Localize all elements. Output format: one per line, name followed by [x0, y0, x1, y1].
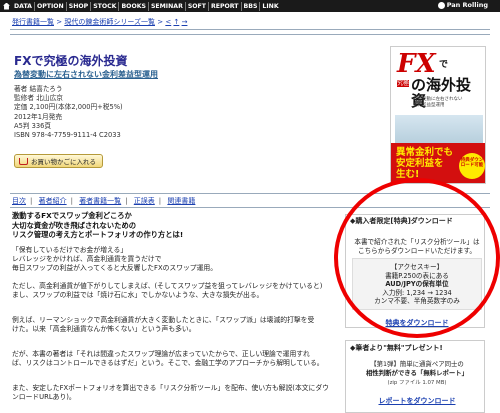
breadcrumb: 発行書籍一覧 > 現代の錬金術師シリーズ一覧 > < ↑ → — [12, 17, 187, 27]
tab-contents[interactable]: 目次 — [12, 197, 26, 205]
paragraph: 例えば、リーマンショックで高金利通貨が大きく変動したときに、「スワップ派」は壊滅… — [12, 316, 315, 333]
book-cover-image: FX で 究極 の海外投資 為替変動に左右されない金利差益型運用 異常金利でも … — [390, 46, 486, 184]
add-to-cart-button[interactable]: お買い物かごに入れる — [14, 154, 103, 168]
breadcrumb-separator: > — [157, 18, 164, 26]
divider — [10, 29, 490, 30]
access-key-line: 書籍P.250の表にある — [385, 271, 449, 280]
up-link[interactable]: ↑ — [173, 18, 179, 26]
divider — [10, 34, 490, 35]
nav-link[interactable]: LINK — [260, 2, 280, 11]
top-nav-bar: DATA OPTION SHOP STOCK BOOKS SEMINAR SOF… — [0, 0, 500, 12]
cover-kyukyoku: 究極 — [397, 80, 410, 87]
meta-format: A5判 336頁 — [14, 121, 52, 130]
access-key-line: カンマ不要、半角英数字のみ — [374, 297, 460, 305]
book-subtitle: 為替変動に左右されない金利差益型運用 — [14, 70, 158, 79]
access-key-title: 【アクセスキー】 — [390, 263, 444, 271]
nav-shop[interactable]: SHOP — [67, 1, 92, 11]
bonus-download-link[interactable]: 特典をダウンロード — [365, 318, 469, 328]
nav-stock[interactable]: STOCK — [91, 1, 120, 11]
free-report-file-note: (zip ファイル 1.07 MB) — [387, 380, 447, 386]
book-meta: 著者 結喜たろう 監修者 北山広京 定価 2,100円(本体2,000円+税5%… — [14, 85, 123, 140]
nav-option[interactable]: OPTION — [35, 1, 67, 11]
access-key-box: 【アクセスキー】 書籍P.250の表にある AUD/JPYの保有単位 入力例: … — [352, 258, 482, 310]
tab-errata[interactable]: 正誤表 — [134, 197, 155, 205]
tab-related[interactable]: 関連書籍 — [167, 197, 195, 205]
meta-price: 定価 2,100円(本体2,000円+税5%) — [14, 103, 123, 112]
paragraph: ただし、高金利通貨が値下がりしてしまえば、(そしてスワップ益を狙ってレバレッジを… — [12, 282, 323, 299]
logo-text: Pan Rolling — [446, 1, 488, 9]
prev-link[interactable]: < — [165, 18, 171, 26]
nav-bbs[interactable]: BBS — [242, 1, 261, 11]
breadcrumb-separator: > — [56, 18, 63, 26]
nav-data[interactable]: DATA — [12, 1, 35, 11]
cover-de: で — [439, 60, 449, 70]
cover-fx: FX — [397, 49, 436, 79]
breadcrumb-series-list[interactable]: 現代の錬金術師シリーズ一覧 — [64, 18, 155, 26]
bonus-download-heading: ◆購入者限定[特典]ダウンロード — [350, 217, 453, 225]
cover-badge: 特典ダウンロード可能 — [459, 153, 485, 179]
book-tabs: 目次 | 著者紹介 | 著者書籍一覧 | 正誤表 | 関連書籍 — [12, 197, 196, 205]
nav-books[interactable]: BOOKS — [119, 1, 149, 11]
tab-author[interactable]: 著者紹介 — [39, 197, 67, 205]
paragraph: 「保有しているだけでお金が増える」 レバレッジをかければ、高金利通貨を買うだけで… — [12, 246, 217, 272]
report-download-link[interactable]: レポートをダウンロード — [365, 396, 469, 406]
nav-report[interactable]: REPORT — [209, 1, 242, 11]
free-report-text: 【第1弾】簡単に通貨ペア同士の 相性判断ができる「無料レポート」 — [365, 360, 469, 377]
home-icon[interactable] — [3, 2, 10, 10]
access-key-line: AUD/JPYの保有単位 — [385, 280, 449, 288]
tab-author-books[interactable]: 著者書籍一覧 — [79, 197, 121, 205]
add-to-cart-label: お買い物かごに入れる — [31, 158, 96, 166]
cart-icon — [19, 157, 28, 165]
free-report-heading: ◆筆者より"無料"プレゼント! — [350, 344, 443, 352]
pan-rolling-logo[interactable]: Pan Rolling — [437, 1, 488, 9]
nav-soft[interactable]: SOFT — [186, 1, 210, 11]
cover-photo — [395, 115, 483, 143]
paragraph: また、安定したFXポートフォリオを算出できる「リスク分析ツール」を配布、使い方も… — [12, 384, 329, 401]
divider — [10, 207, 490, 208]
meta-author: 著者 結喜たろう — [14, 85, 63, 93]
breadcrumb-books-list[interactable]: 発行書籍一覧 — [12, 18, 54, 26]
nav-seminar[interactable]: SEMINAR — [149, 1, 186, 11]
description-headline: 激動するFXでスワップ金利どころか 大切な資金が吹き飛ばされないための リスク管… — [12, 211, 184, 239]
divider — [10, 193, 490, 194]
access-key-line: 入力例: 1,234 → 1234 — [382, 288, 452, 297]
bonus-download-text: 本書で紹介された「リスク分析ツール」はこちらからダウンロードいただけます。 — [354, 238, 480, 255]
paragraph: だが、本書の著者は「それは間違ったスワップ理論が広まっていたからで、正しい理論で… — [12, 350, 324, 367]
logo-mark-icon — [437, 1, 445, 9]
meta-release: 2012年1月発売 — [14, 112, 63, 121]
next-link[interactable]: → — [182, 18, 188, 26]
meta-isbn: ISBN 978-4-7759-9111-4 C2033 — [14, 131, 121, 140]
book-title: FXで究極の海外投資 — [14, 54, 128, 68]
cover-small-text: 為替変動に左右されない金利差益型運用 — [413, 97, 463, 108]
cover-yellow-text: 異常金利でも 安定利益を 生む! — [396, 147, 454, 180]
